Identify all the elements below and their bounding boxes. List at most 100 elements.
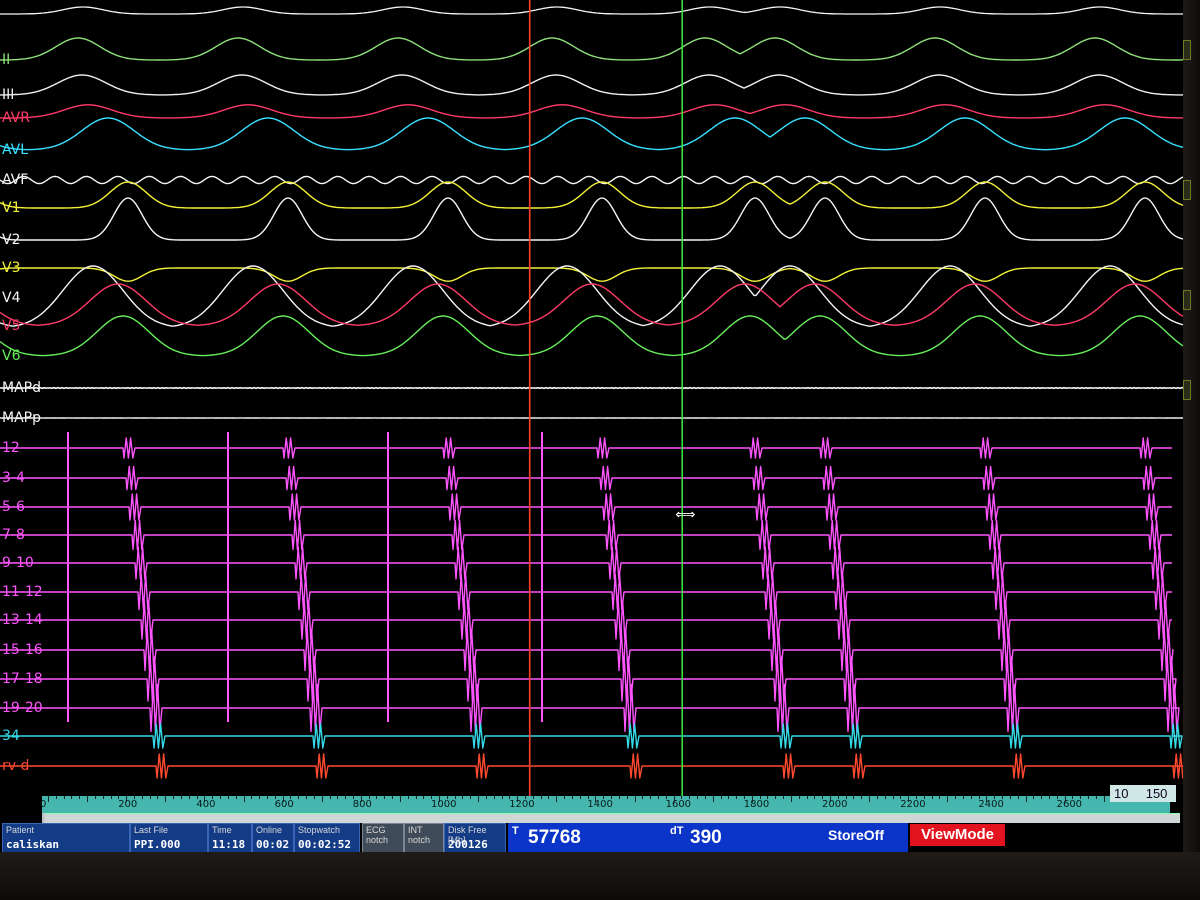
channel-label-11-12[interactable]: 11-12 xyxy=(2,584,43,600)
time-tick xyxy=(1033,796,1035,799)
egm-trace-19-20 xyxy=(0,683,1180,733)
channel-label-rv-d[interactable]: rv d xyxy=(2,758,29,774)
channel-label-avr[interactable]: AVR xyxy=(2,110,30,126)
channel-label-3-4[interactable]: 3-4 xyxy=(2,470,25,486)
channel-label-v1[interactable]: V1 xyxy=(2,200,20,216)
channel-marker xyxy=(1183,180,1191,200)
stopwatch-label: Stopwatch xyxy=(298,825,341,835)
view-mode-button[interactable]: ViewMode xyxy=(910,824,1005,846)
time-tick xyxy=(1017,796,1019,799)
time-tick xyxy=(947,796,949,802)
time-tick-label: 1800 xyxy=(743,799,770,810)
time-tick xyxy=(399,796,401,802)
time-tick-label: 600 xyxy=(274,799,294,810)
time-tick xyxy=(697,796,699,799)
time-tick xyxy=(423,796,425,799)
time-tick xyxy=(939,796,941,799)
time-tick xyxy=(1088,796,1090,799)
ep-recording-monitor: ⟺ II III AVR AVL AVF V1 V2 V3 V4 V5 V6 MAPd MAPp 12 3-… xyxy=(0,0,1200,900)
channel-label-15-16[interactable]: 15-16 xyxy=(2,642,43,658)
time-tick xyxy=(329,796,331,799)
channel-label-ii[interactable]: II xyxy=(2,52,10,68)
horizontal-scrollbar[interactable] xyxy=(45,813,1180,823)
channel-label-v5[interactable]: V5 xyxy=(2,318,20,334)
time-tick xyxy=(884,796,886,799)
time-tick xyxy=(485,796,487,799)
time-tick xyxy=(540,796,542,799)
time-tick xyxy=(79,796,81,799)
time-tick xyxy=(337,796,339,799)
top-trace xyxy=(0,6,1190,15)
monitor-bezel-right xyxy=(1183,0,1200,852)
time-tick xyxy=(798,796,800,799)
time-tick-label: 800 xyxy=(352,799,372,810)
time-tick xyxy=(720,796,722,799)
channel-label-avf[interactable]: AVF xyxy=(2,172,28,188)
t-label: T xyxy=(512,825,519,837)
time-tick xyxy=(384,796,386,799)
time-tick-label: 1600 xyxy=(665,799,692,810)
patient-value: caliskan xyxy=(6,838,59,851)
time-tick xyxy=(869,796,871,802)
online-label: Online xyxy=(256,825,283,835)
channel-label-12[interactable]: 12 xyxy=(2,440,20,456)
time-tick xyxy=(102,796,104,799)
channel-label-mapp[interactable]: MAPp xyxy=(2,410,41,426)
time-tick-label: 0 xyxy=(40,799,47,810)
channel-label-mapd[interactable]: MAPd xyxy=(2,380,41,396)
scale-readout: 10 150 xyxy=(1110,785,1176,802)
channel-label-7-8[interactable]: 7-8 xyxy=(2,527,25,543)
time-tick xyxy=(1048,796,1050,799)
time-tick-label: 1400 xyxy=(587,799,613,810)
channel-label-17-18[interactable]: 17-18 xyxy=(2,671,43,687)
time-tick xyxy=(892,796,894,799)
channel-label-v6[interactable]: V6 xyxy=(2,348,20,364)
egm-trace-3-4 xyxy=(0,465,1172,491)
ecg-trace-v4 xyxy=(0,265,1191,327)
time-tick xyxy=(48,796,49,802)
time-tick xyxy=(955,796,957,799)
time-tick xyxy=(55,796,57,799)
channel-label-9-10[interactable]: 9-10 xyxy=(2,555,34,571)
time-tick-label: 200 xyxy=(118,799,138,810)
stopwatch-field[interactable]: Stopwatch 00:02:52 xyxy=(294,823,360,853)
store-off-button[interactable]: StoreOff xyxy=(828,824,910,846)
channel-label-v2[interactable]: V2 xyxy=(2,232,20,248)
scale-a: 10 xyxy=(1114,786,1129,801)
channel-label-v3[interactable]: V3 xyxy=(2,260,20,276)
time-value: 11:18 xyxy=(212,838,246,851)
time-tick xyxy=(306,796,308,799)
trace-area[interactable]: ⟺ xyxy=(0,0,1196,852)
ecg-notch-toggle[interactable]: ECG notch xyxy=(362,823,404,853)
channel-label-19-20[interactable]: 19-20 xyxy=(2,700,43,716)
int-notch-toggle[interactable]: INT notch xyxy=(404,823,444,853)
time-tick xyxy=(227,796,229,799)
online-value: 00:02 xyxy=(256,838,290,851)
time-tick xyxy=(931,796,933,799)
channel-label-5-6[interactable]: 5-6 xyxy=(2,499,25,515)
channel-label-v4[interactable]: V4 xyxy=(2,290,20,306)
ecg-trace-avl xyxy=(0,117,1191,151)
time-tick xyxy=(970,796,972,799)
time-tick xyxy=(188,796,190,799)
scale-b: 150 xyxy=(1145,786,1168,801)
last-file-value: PPI.000 xyxy=(134,838,181,851)
channel-label-iii[interactable]: III xyxy=(2,87,14,103)
channel-marker xyxy=(1183,290,1191,310)
recording-screen: ⟺ xyxy=(0,0,1196,852)
time-tick xyxy=(657,796,659,799)
t-value: 57768 xyxy=(528,827,581,848)
int-notch-label: INT notch xyxy=(408,825,431,845)
egm-trace-7-8 xyxy=(0,519,1172,551)
channel-label-13-14[interactable]: 13-14 xyxy=(2,612,43,628)
time-tick xyxy=(220,796,222,799)
disk-free-value: 200126 xyxy=(448,838,488,851)
egm-trace-rv-d xyxy=(0,753,1186,779)
time-tick xyxy=(180,796,182,799)
time-tick xyxy=(736,796,738,799)
channel-label-34[interactable]: 34 xyxy=(2,728,20,744)
time-tick xyxy=(298,796,300,799)
time-tick xyxy=(556,796,558,802)
egm-trace-9-10 xyxy=(0,546,1172,580)
channel-label-avl[interactable]: AVL xyxy=(2,142,28,158)
